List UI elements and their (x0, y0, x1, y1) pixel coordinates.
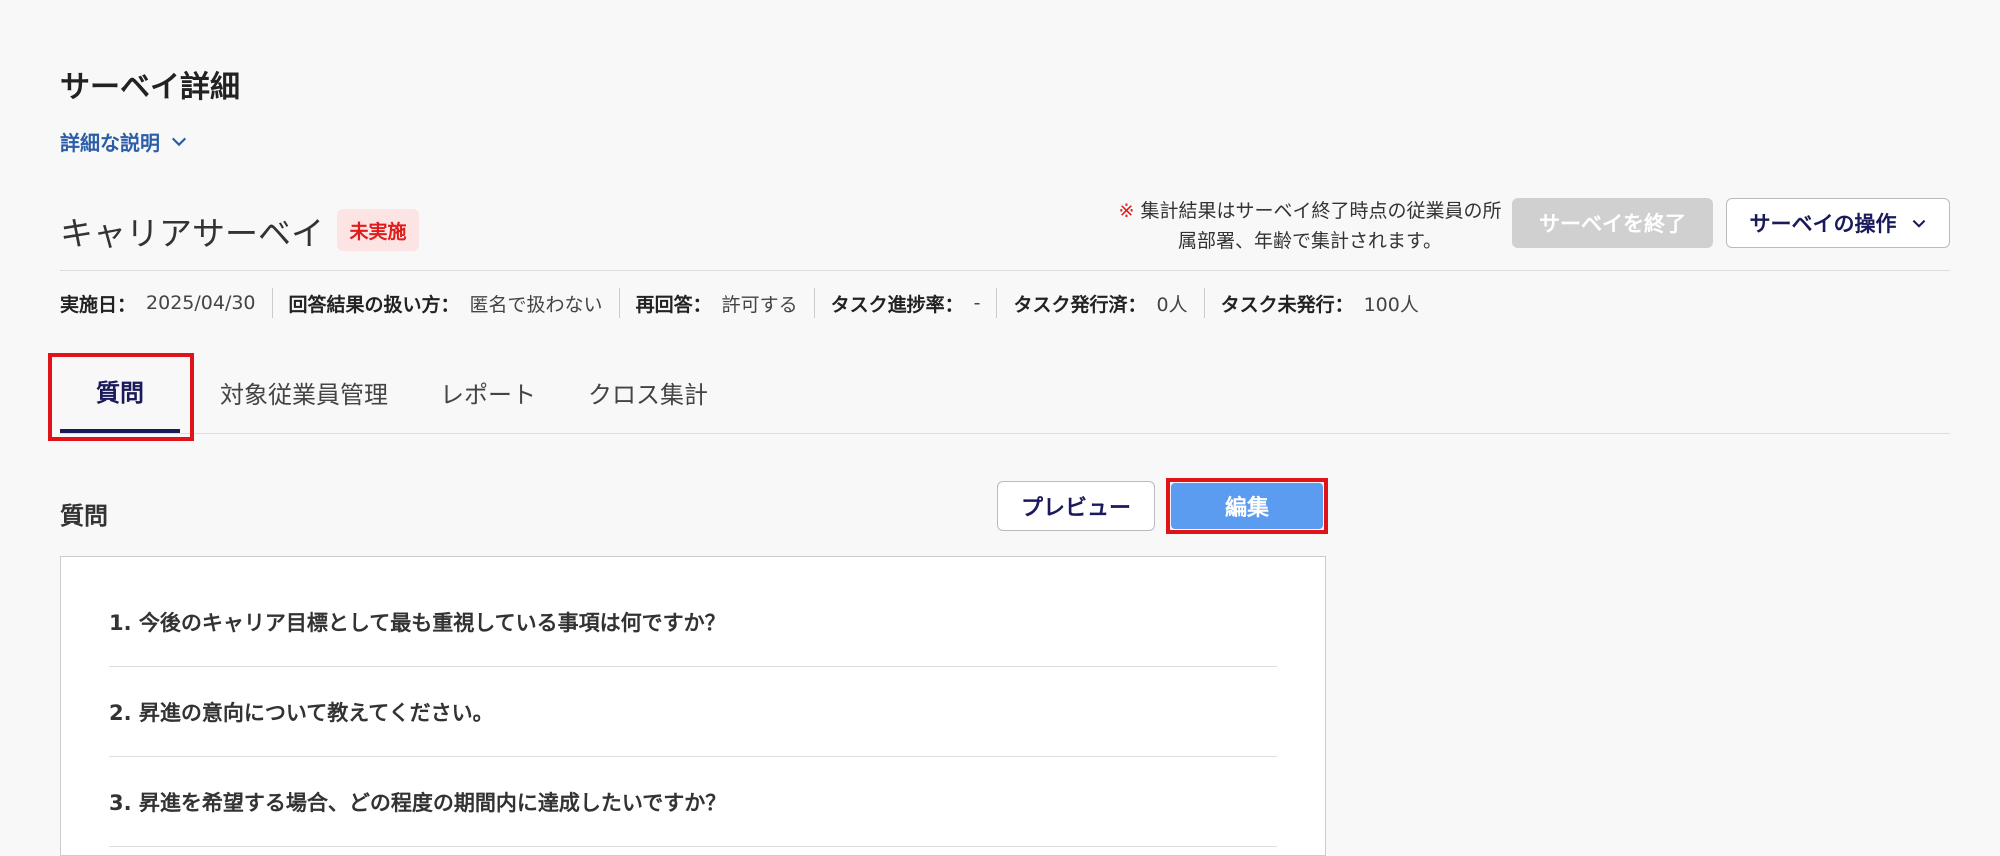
meta-value: - (973, 292, 981, 314)
meta-task-progress: タスク進捗率： - (813, 288, 997, 318)
chevron-down-icon (171, 137, 187, 146)
description-toggle[interactable]: 詳細な説明 (60, 127, 188, 156)
note-text: 集計結果はサーベイ終了時点の従業員の所属部署、年齢で集計されます。 (1140, 200, 1502, 252)
status-badge: 未実施 (337, 209, 419, 251)
tab-cross-tabulation[interactable]: クロス集計 (588, 365, 708, 433)
survey-operations-label: サーベイの操作 (1749, 213, 1897, 236)
meta-label: 実施日： (60, 293, 137, 316)
tab-questions[interactable]: 質問 (60, 365, 180, 433)
meta-date: 実施日： 2025/04/30 (60, 288, 272, 318)
question-item[interactable]: 1. 今後のキャリア目標として最も重視している事項は何ですか？ (109, 577, 1277, 667)
meta-value: 100人 (1363, 293, 1419, 316)
survey-meta: 実施日： 2025/04/30 回答結果の扱い方： 匿名で扱わない 再回答： 許… (60, 288, 1435, 318)
chevron-down-icon (1912, 219, 1925, 228)
meta-task-issued: タスク発行済： 0人 (996, 288, 1203, 318)
meta-task-unissued: タスク未発行： 100人 (1203, 288, 1435, 318)
note-mark: ※ (1118, 200, 1135, 222)
meta-label: タスク進捗率： (830, 293, 964, 316)
question-item[interactable]: 3. 昇進を希望する場合、どの程度の期間内に達成したいですか？ (109, 757, 1277, 847)
meta-answer-handling: 回答結果の扱い方： 匿名で扱わない (271, 288, 619, 318)
question-list: 1. 今後のキャリア目標として最も重視している事項は何ですか？ 2. 昇進の意向… (60, 556, 1326, 856)
aggregation-note: ※ 集計結果はサーベイ終了時点の従業員の所属部署、年齢で集計されます。 (1110, 196, 1510, 256)
meta-reanswer: 再回答： 許可する (618, 288, 814, 318)
survey-name: キャリアサーベイ (60, 214, 324, 253)
meta-label: タスク未発行： (1220, 293, 1354, 316)
survey-operations-button[interactable]: サーベイの操作 (1726, 198, 1950, 248)
tab-bar: 質問 対象従業員管理 レポート クロス集計 (60, 365, 708, 433)
preview-button[interactable]: プレビュー (997, 481, 1155, 531)
meta-value: 0人 (1156, 293, 1188, 316)
tabs-divider (60, 433, 1950, 434)
edit-button[interactable]: 編集 (1171, 483, 1323, 529)
meta-value: 許可する (721, 293, 798, 316)
meta-value: 匿名で扱わない (469, 293, 603, 316)
description-toggle-label: 詳細な説明 (60, 131, 160, 155)
tab-report[interactable]: レポート (440, 365, 536, 433)
question-item[interactable]: 2. 昇進の意向について教えてください。 (109, 667, 1277, 757)
page-title: サーベイ詳細 (60, 70, 240, 105)
tab-target-employees[interactable]: 対象従業員管理 (220, 365, 388, 433)
end-survey-button[interactable]: サーベイを終了 (1512, 198, 1713, 248)
section-title: 質問 (60, 502, 108, 530)
meta-value: 2025/04/30 (146, 292, 256, 314)
meta-label: 再回答： (635, 293, 712, 316)
meta-label: 回答結果の扱い方： (288, 293, 460, 316)
meta-label: タスク発行済： (1013, 293, 1147, 316)
header-divider (60, 270, 1950, 271)
